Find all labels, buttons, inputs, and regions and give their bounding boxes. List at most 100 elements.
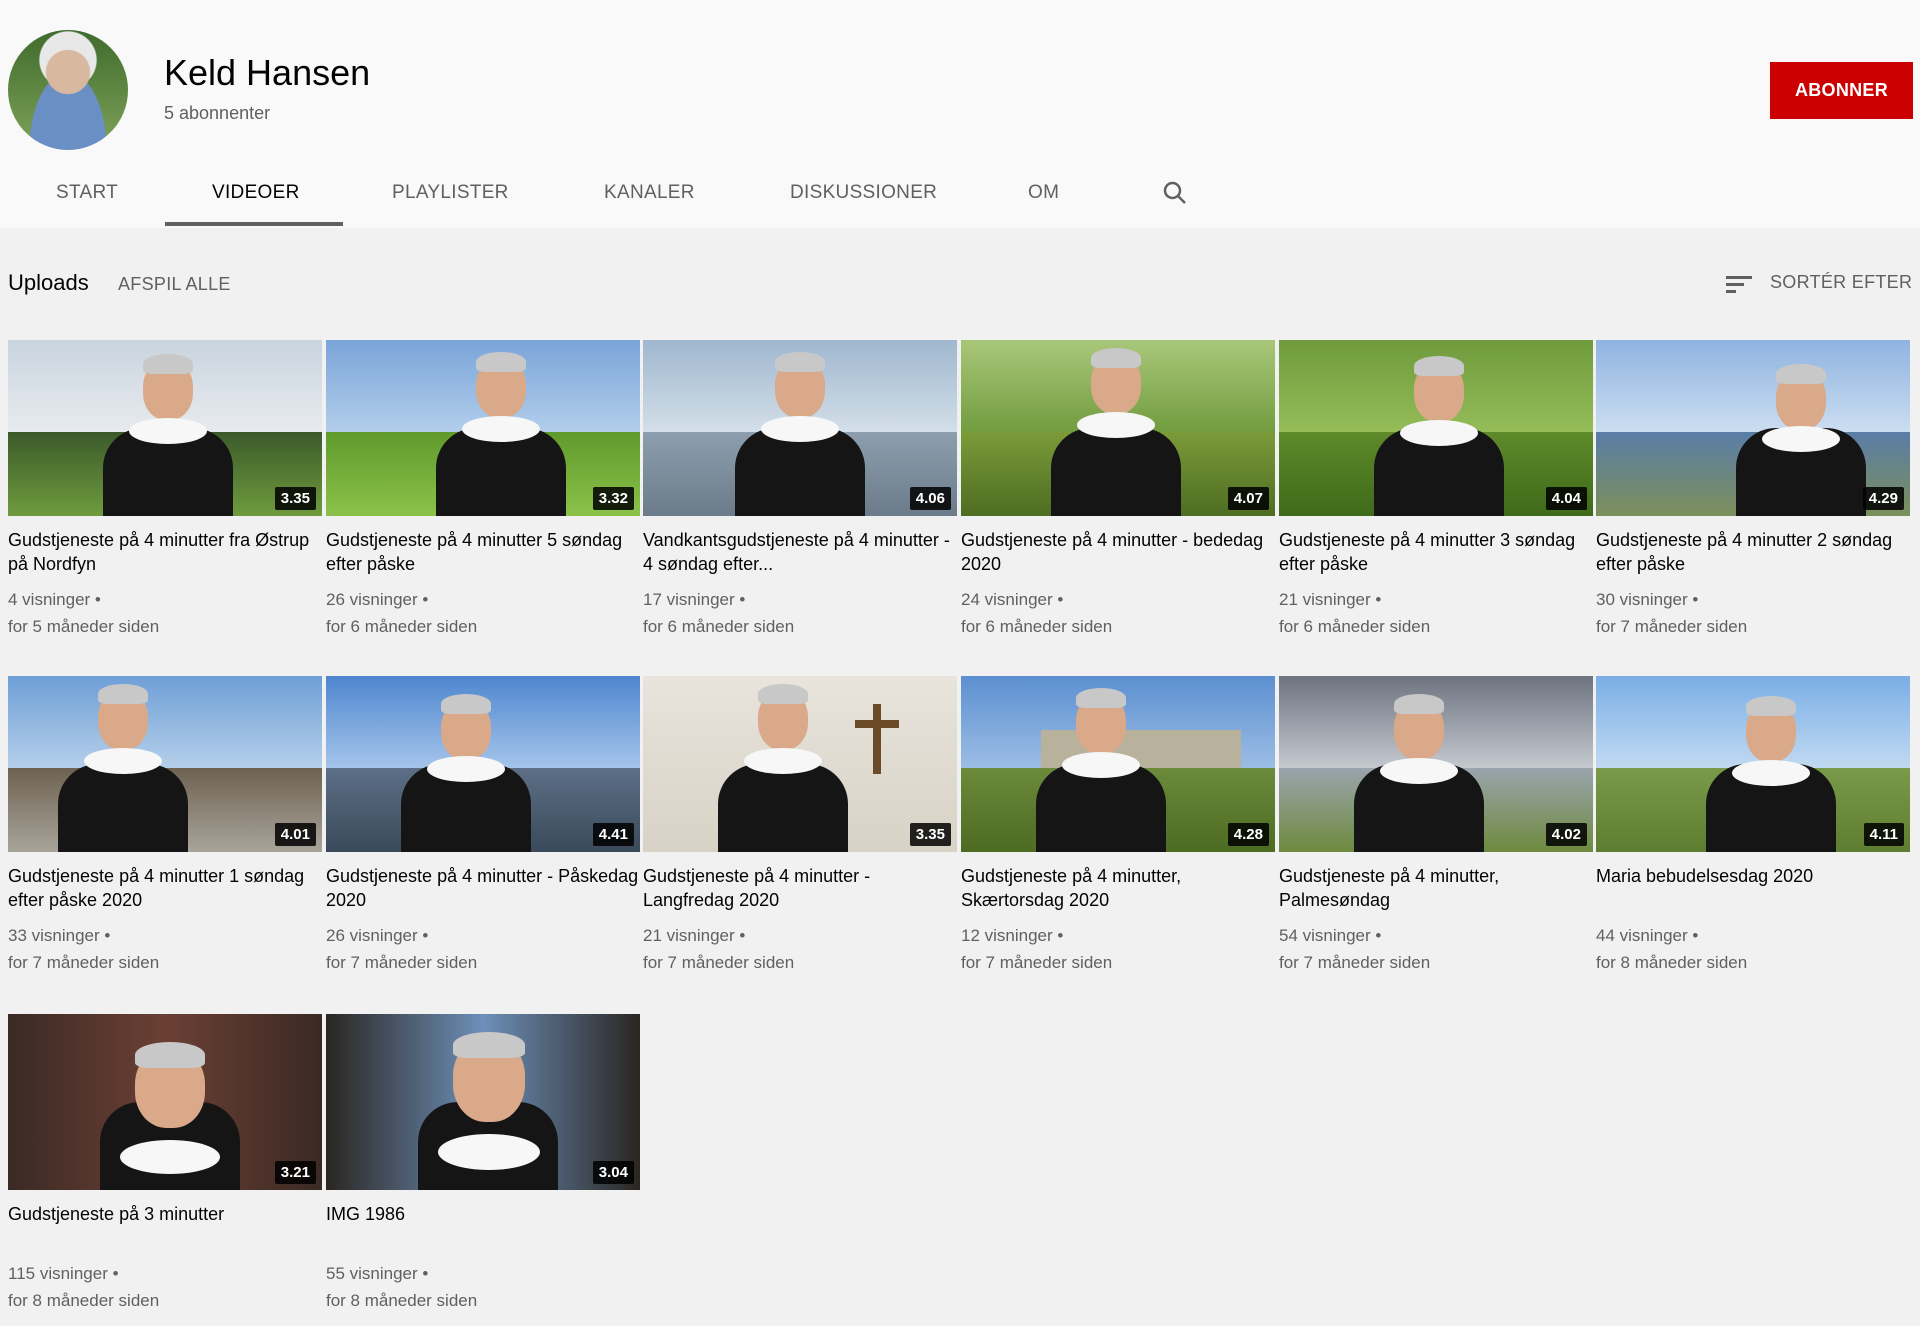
video-card[interactable]: 4.07 Gudstjeneste på 4 minutter - bededa… xyxy=(961,340,1275,640)
video-thumbnail[interactable]: 4.41 xyxy=(326,676,640,852)
sort-button[interactable]: SORTÉR EFTER xyxy=(1770,272,1912,293)
video-age: for 7 måneder siden xyxy=(326,953,478,972)
tab-videos[interactable]: VIDEOER xyxy=(212,182,300,204)
video-thumbnail[interactable]: 4.04 xyxy=(1279,340,1593,516)
video-duration: 3.32 xyxy=(592,487,634,510)
video-title[interactable]: Gudstjeneste på 4 minutter 2 søndag efte… xyxy=(1596,528,1910,576)
video-card[interactable]: 3.32 Gudstjeneste på 4 minutter 5 søndag… xyxy=(326,340,640,640)
video-title[interactable]: Gudstjeneste på 4 minutter, Palmesøndag xyxy=(1279,864,1593,912)
video-title[interactable]: Vandkantsgudstjeneste på 4 minutter - 4 … xyxy=(643,528,957,576)
video-views: 26 visninger • xyxy=(326,590,429,609)
video-age: for 7 måneder siden xyxy=(1596,617,1748,636)
subscriber-count: 5 abonnenter xyxy=(164,103,271,123)
video-age: for 7 måneder siden xyxy=(8,953,160,972)
video-card[interactable]: 4.28 Gudstjeneste på 4 minutter, Skærtor… xyxy=(961,676,1275,976)
video-title[interactable]: Gudstjeneste på 4 minutter 5 søndag efte… xyxy=(326,528,640,576)
video-duration: 3.04 xyxy=(592,1161,634,1184)
video-views: 55 visninger • xyxy=(326,1264,429,1283)
video-views: 12 visninger • xyxy=(961,926,1064,945)
video-age: for 6 måneder siden xyxy=(1279,617,1431,636)
sort-icon[interactable] xyxy=(1726,274,1754,294)
video-thumbnail[interactable]: 4.11 xyxy=(1596,676,1910,852)
video-thumbnail[interactable]: 3.35 xyxy=(8,340,322,516)
video-thumbnail[interactable]: 3.21 xyxy=(8,1014,322,1190)
video-duration: 3.35 xyxy=(274,487,316,510)
video-thumbnail[interactable]: 4.01 xyxy=(8,676,322,852)
video-age: for 6 måneder siden xyxy=(326,617,478,636)
tab-discussions[interactable]: DISKUSSIONER xyxy=(790,182,937,204)
video-thumbnail[interactable]: 4.29 xyxy=(1596,340,1910,516)
video-views: 44 visninger • xyxy=(1596,926,1699,945)
video-age: for 8 måneder siden xyxy=(8,1291,160,1310)
video-age: for 8 måneder siden xyxy=(326,1291,478,1310)
tab-channels[interactable]: KANALER xyxy=(604,182,695,204)
video-views: 21 visninger • xyxy=(1279,590,1382,609)
video-views: 33 visninger • xyxy=(8,926,111,945)
video-title[interactable]: Maria bebudelsesdag 2020 xyxy=(1596,864,1910,912)
tab-about[interactable]: OM xyxy=(1028,182,1059,204)
video-thumbnail[interactable]: 4.28 xyxy=(961,676,1275,852)
video-duration: 3.21 xyxy=(274,1161,316,1184)
video-card[interactable]: 3.35 Gudstjeneste på 4 minutter - Langfr… xyxy=(643,676,957,976)
video-duration: 4.02 xyxy=(1545,823,1587,846)
active-tab-indicator xyxy=(165,222,343,226)
video-duration: 4.28 xyxy=(1227,823,1269,846)
video-age: for 7 måneder siden xyxy=(961,953,1113,972)
video-views: 24 visninger • xyxy=(961,590,1064,609)
video-duration: 4.04 xyxy=(1545,487,1587,510)
video-age: for 7 måneder siden xyxy=(643,953,795,972)
video-thumbnail[interactable]: 3.04 xyxy=(326,1014,640,1190)
search-icon[interactable] xyxy=(1160,178,1190,208)
channel-avatar[interactable] xyxy=(8,30,128,150)
video-duration: 4.29 xyxy=(1862,487,1904,510)
play-all-button[interactable]: AFSPIL ALLE xyxy=(118,274,231,295)
channel-name: Keld Hansen xyxy=(164,52,371,93)
video-title[interactable]: Gudstjeneste på 4 minutter - Påskedag 20… xyxy=(326,864,640,912)
video-title[interactable]: Gudstjeneste på 4 minutter 1 søndag efte… xyxy=(8,864,322,912)
video-card[interactable]: 4.02 Gudstjeneste på 4 minutter, Palmesø… xyxy=(1279,676,1593,976)
video-thumbnail[interactable]: 4.06 xyxy=(643,340,957,516)
video-age: for 6 måneder siden xyxy=(643,617,795,636)
video-age: for 7 måneder siden xyxy=(1279,953,1431,972)
channel-header: Keld Hansen 5 abonnenter ABONNER START V… xyxy=(0,0,1920,228)
video-title[interactable]: Gudstjeneste på 4 minutter - bededag 202… xyxy=(961,528,1275,576)
video-views: 115 visninger • xyxy=(8,1264,119,1283)
video-views: 54 visninger • xyxy=(1279,926,1382,945)
video-thumbnail[interactable]: 4.02 xyxy=(1279,676,1593,852)
video-duration: 4.41 xyxy=(592,823,634,846)
channel-tabs: START VIDEOER PLAYLISTER KANALER DISKUSS… xyxy=(0,160,1920,228)
video-card[interactable]: 4.06 Vandkantsgudstjeneste på 4 minutter… xyxy=(643,340,957,640)
video-card[interactable]: 4.41 Gudstjeneste på 4 minutter - Påsked… xyxy=(326,676,640,976)
subscribe-button[interactable]: ABONNER xyxy=(1770,62,1913,119)
tab-start[interactable]: START xyxy=(56,182,118,204)
video-title[interactable]: Gudstjeneste på 4 minutter - Langfredag … xyxy=(643,864,957,912)
video-age: for 5 måneder siden xyxy=(8,617,160,636)
video-views: 4 visninger • xyxy=(8,590,101,609)
video-title[interactable]: Gudstjeneste på 4 minutter 3 søndag efte… xyxy=(1279,528,1593,576)
tab-playlists[interactable]: PLAYLISTER xyxy=(392,182,509,204)
video-age: for 6 måneder siden xyxy=(961,617,1113,636)
video-views: 17 visninger • xyxy=(643,590,746,609)
video-thumbnail[interactable]: 3.35 xyxy=(643,676,957,852)
video-views: 30 visninger • xyxy=(1596,590,1699,609)
video-card[interactable]: 4.11 Maria bebudelsesdag 2020 44 visning… xyxy=(1596,676,1910,976)
uploads-heading: Uploads xyxy=(8,270,89,295)
video-card[interactable]: 4.04 Gudstjeneste på 4 minutter 3 søndag… xyxy=(1279,340,1593,640)
video-duration: 4.07 xyxy=(1227,487,1269,510)
video-duration: 4.06 xyxy=(909,487,951,510)
video-title[interactable]: Gudstjeneste på 3 minutter xyxy=(8,1202,322,1250)
video-title[interactable]: Gudstjeneste på 4 minutter, Skærtorsdag … xyxy=(961,864,1275,912)
video-card[interactable]: 3.35 Gudstjeneste på 4 minutter fra Østr… xyxy=(8,340,322,640)
video-card[interactable]: 4.29 Gudstjeneste på 4 minutter 2 søndag… xyxy=(1596,340,1910,640)
video-card[interactable]: 3.21 Gudstjeneste på 3 minutter 115 visn… xyxy=(8,1014,322,1314)
video-thumbnail[interactable]: 4.07 xyxy=(961,340,1275,516)
video-views: 21 visninger • xyxy=(643,926,746,945)
video-card[interactable]: 3.04 IMG 1986 55 visninger • for 8 måned… xyxy=(326,1014,640,1314)
video-title[interactable]: Gudstjeneste på 4 minutter fra Østrup på… xyxy=(8,528,322,576)
video-age: for 8 måneder siden xyxy=(1596,953,1748,972)
video-duration: 3.35 xyxy=(909,823,951,846)
video-title[interactable]: IMG 1986 xyxy=(326,1202,640,1250)
video-thumbnail[interactable]: 3.32 xyxy=(326,340,640,516)
video-card[interactable]: 4.01 Gudstjeneste på 4 minutter 1 søndag… xyxy=(8,676,322,976)
video-views: 26 visninger • xyxy=(326,926,429,945)
